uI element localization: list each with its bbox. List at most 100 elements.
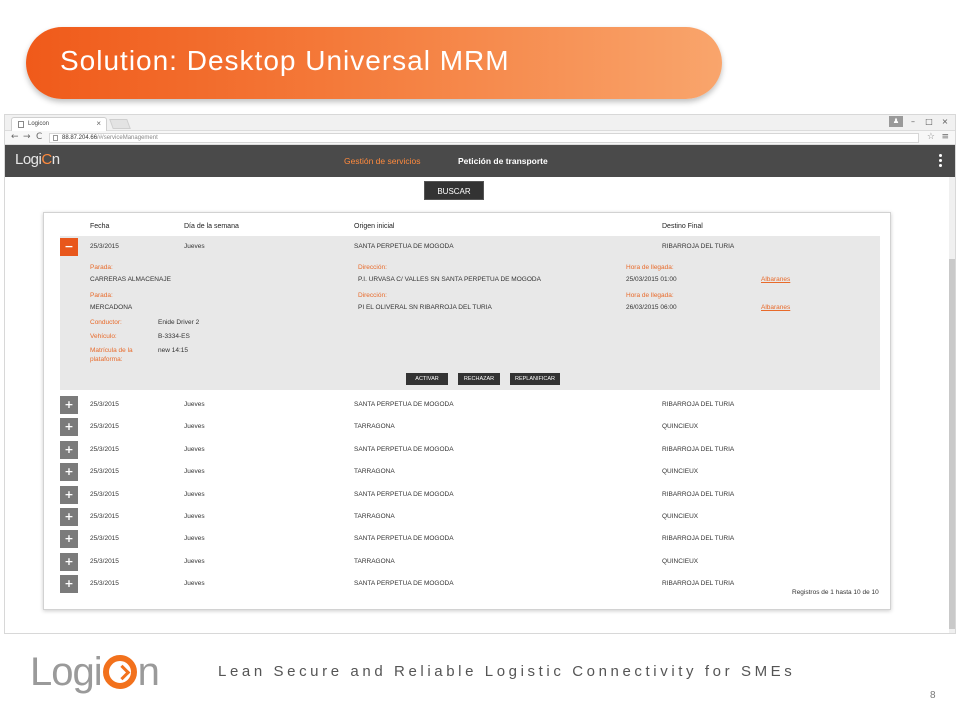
expand-row-button[interactable]: + — [60, 508, 78, 526]
page-info-icon — [53, 135, 58, 141]
table-row-expanded[interactable]: − 25/3/2015 Jueves SANTA PERPETUA DE MOG… — [60, 236, 880, 258]
direccion-label: Dirección: — [358, 292, 387, 299]
collapse-row-button[interactable]: − — [60, 238, 78, 256]
expand-row-button[interactable]: + — [60, 575, 78, 594]
app-logo[interactable]: LogiCn — [15, 151, 60, 168]
scrollbar-thumb[interactable] — [949, 259, 955, 629]
cell-dia: Jueves — [184, 468, 205, 476]
header-dia-semana: Día de la semana — [184, 223, 239, 230]
cell-fecha: 25/3/2015 — [90, 513, 119, 520]
table-row[interactable]: +25/3/2015 Jueves SANTA PERPETUA DE MOGODA… — [60, 394, 880, 416]
parada-value: MERCADONA — [90, 304, 133, 311]
user-icon[interactable]: ♟ — [889, 116, 903, 127]
cell-origen: SANTA PERPETUA DE MOGODA — [354, 243, 454, 250]
table-row[interactable]: +25/3/2015 Jueves TARRAGONA QUINCIEUX — [60, 416, 880, 438]
browser-tab[interactable]: Logicon × — [11, 117, 107, 131]
app-logo-text-right: n — [51, 151, 60, 168]
cell-fecha: 25/3/2015 — [90, 490, 119, 498]
hora-llegada-label: Hora de llegada: — [626, 292, 674, 299]
url-field[interactable]: 88.87.204.66/#/serviceManagement — [49, 133, 919, 143]
expanded-row-details: − 25/3/2015 Jueves SANTA PERPETUA DE MOG… — [60, 236, 880, 390]
cell-destino: RIBARROJA DEL TURIA — [662, 445, 735, 453]
expand-row-button[interactable]: + — [60, 552, 78, 571]
expand-row-button[interactable]: + — [60, 418, 78, 437]
cell-origen: SANTA PERPETUA DE MOGODA — [354, 401, 454, 408]
url-host: 88.87.204.66 — [62, 135, 98, 141]
tab-bar: Logicon × ♟ – □ × — [5, 115, 955, 131]
cell-dia: Jueves — [184, 401, 205, 408]
cell-destino: RIBARROJA DEL TURIA — [662, 535, 735, 543]
cell-destino: QUINCIEUX — [662, 557, 699, 565]
tab-close-icon[interactable]: × — [96, 119, 101, 128]
close-window-icon[interactable]: × — [939, 116, 951, 127]
activar-button[interactable]: ACTIVAR — [406, 373, 448, 385]
cell-fecha: 25/3/2015 — [90, 445, 119, 453]
cell-origen: SANTA PERPETUA DE MOGODA — [354, 535, 454, 543]
direccion-label: Dirección: — [358, 264, 387, 271]
table-row[interactable]: +25/3/2015 Jueves SANTA PERPETUA DE MOGODA… — [60, 528, 880, 550]
cell-dia: Jueves — [184, 490, 205, 498]
cell-dia: Jueves — [184, 513, 205, 520]
slide: Solution: Desktop Universal MRM Logicon … — [0, 0, 960, 720]
expand-row-button[interactable]: + — [60, 530, 78, 549]
albaranes-link[interactable]: Albaranes — [761, 304, 790, 311]
cell-origen: SANTA PERPETUA DE MOGODA — [354, 490, 454, 498]
conductor-label: Conductor: — [90, 319, 122, 326]
expand-row-button[interactable]: + — [60, 440, 78, 459]
cell-fecha: 25/3/2015 — [90, 243, 119, 250]
cell-destino: RIBARROJA DEL TURIA — [662, 490, 735, 498]
slide-title: Solution: Desktop Universal MRM — [60, 45, 510, 76]
table-row[interactable]: +25/3/2015 Jueves SANTA PERPETUA DE MOGODA… — [60, 484, 880, 506]
records-summary: Registros de 1 hasta 10 de 10 — [792, 589, 879, 596]
parada-value: CARRERAS ALMACENAJE — [90, 276, 171, 283]
header-origen: Origen inicial — [354, 223, 395, 230]
table-row[interactable]: +25/3/2015 Jueves TARRAGONA QUINCIEUX — [60, 506, 880, 528]
table-row[interactable]: +25/3/2015 Jueves TARRAGONA QUINCIEUX — [60, 551, 880, 573]
title-banner: Solution: Desktop Universal MRM — [26, 27, 722, 99]
more-options-icon[interactable] — [939, 154, 943, 167]
expand-row-button[interactable]: + — [60, 396, 78, 414]
cell-origen: TARRAGONA — [354, 557, 395, 565]
expand-row-button[interactable]: + — [60, 463, 78, 482]
cell-dia: Jueves — [184, 423, 205, 431]
cell-destino: QUINCIEUX — [662, 468, 699, 476]
expand-row-button[interactable]: + — [60, 485, 78, 504]
table-row[interactable]: +25/3/2015 Jueves SANTA PERPETUA DE MOGODA… — [60, 439, 880, 461]
browser-menu-icon[interactable]: ≡ — [941, 132, 949, 142]
nav-peticion-transporte[interactable]: Petición de transporte — [458, 156, 548, 166]
cell-dia: Jueves — [184, 445, 205, 453]
nav-gestion-servicios[interactable]: Gestión de servicios — [344, 156, 421, 166]
bookmark-star-icon[interactable]: ☆ — [927, 132, 935, 142]
cell-origen: TARRAGONA — [354, 513, 395, 520]
matricula-label-line2: plataforma: — [90, 356, 123, 363]
cell-dia: Jueves — [184, 557, 205, 565]
maximize-icon[interactable]: □ — [923, 116, 935, 127]
cell-fecha: 25/3/2015 — [90, 557, 119, 565]
minimize-icon[interactable]: – — [907, 116, 919, 127]
new-tab-button[interactable] — [109, 119, 131, 129]
rechazar-button[interactable]: RECHAZAR — [458, 373, 500, 385]
table-row[interactable]: +25/3/2015 Jueves TARRAGONA QUINCIEUX — [60, 461, 880, 483]
parada-label: Parada: — [90, 264, 113, 271]
scrollbar[interactable] — [949, 177, 955, 633]
tab-title: Logicon — [28, 121, 50, 127]
app-header: LogiCn Gestión de servicios Petición de … — [5, 145, 955, 177]
albaranes-link[interactable]: Albaranes — [761, 276, 790, 283]
page-number: 8 — [930, 690, 936, 701]
back-arrow-icon[interactable]: ← — [11, 132, 19, 143]
replanificar-button[interactable]: REPLANIFICAR — [510, 373, 560, 385]
app-logo-accent: C — [41, 151, 52, 168]
parada-label: Parada: — [90, 292, 113, 299]
table-header: Fecha Día de la semana Origen inicial De… — [60, 217, 880, 236]
logo-text-right: n — [137, 650, 160, 694]
reload-icon[interactable]: C — [36, 132, 42, 143]
vehiculo-label: Vehículo: — [90, 333, 117, 340]
cell-dia: Jueves — [184, 243, 205, 250]
cell-destino: RIBARROJA DEL TURIA — [662, 401, 735, 408]
cell-origen: TARRAGONA — [354, 468, 395, 476]
cell-destino: QUINCIEUX — [662, 423, 699, 431]
table-row[interactable]: +25/3/2015 Jueves SANTA PERPETUA DE MOGODA… — [60, 573, 880, 595]
search-button[interactable]: BUSCAR — [424, 181, 484, 200]
forward-arrow-icon[interactable]: → — [23, 132, 31, 143]
cell-destino: RIBARROJA DEL TURIA — [662, 243, 735, 250]
